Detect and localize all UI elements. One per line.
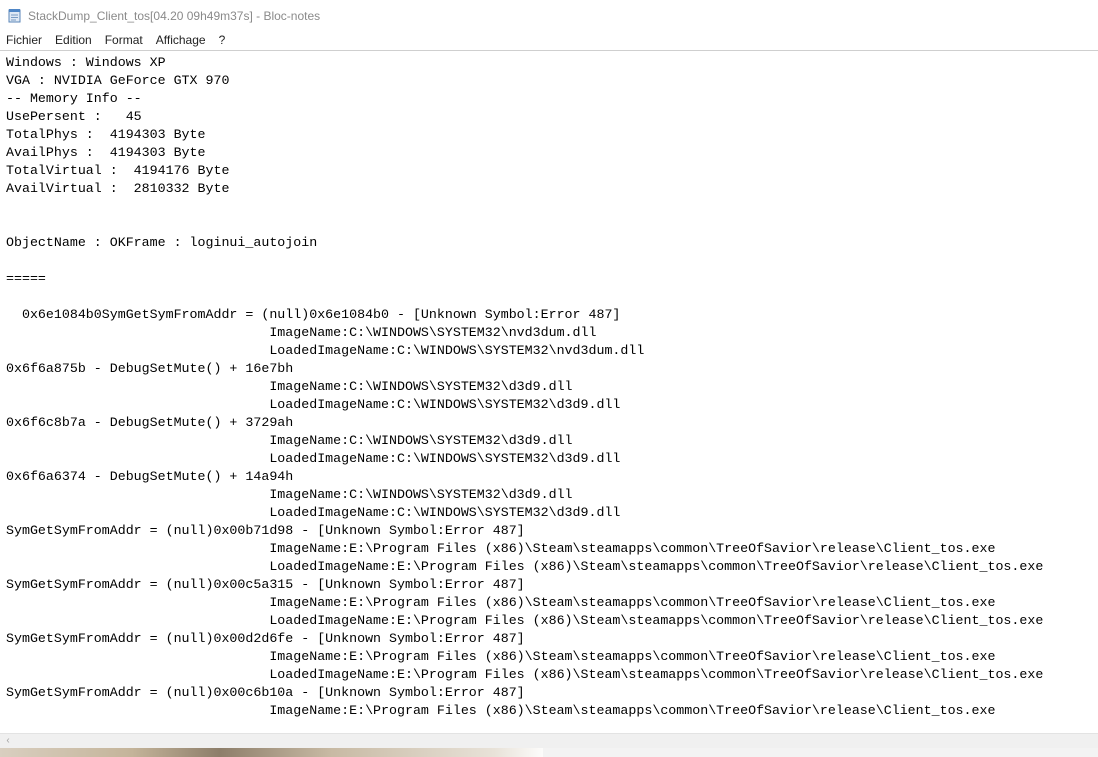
text-line: UsePersent : 45 — [6, 109, 142, 124]
desktop-background-right — [543, 748, 1098, 757]
text-line: TotalPhys : 4194303 Byte — [6, 127, 206, 142]
text-line: SymGetSymFromAddr = (null)0x00d2d6fe - [… — [6, 631, 525, 646]
text-line: ===== — [6, 271, 46, 286]
document-text[interactable]: Windows : Windows XP VGA : NVIDIA GeForc… — [0, 51, 1098, 720]
text-line: ImageName:C:\WINDOWS\SYSTEM32\nvd3dum.dl… — [6, 325, 597, 340]
text-line: ImageName:C:\WINDOWS\SYSTEM32\d3d9.dll — [6, 433, 573, 448]
notepad-window: StackDump_Client_tos[04.20 09h49m37s] - … — [0, 0, 1098, 757]
text-editor[interactable]: Windows : Windows XP VGA : NVIDIA GeForc… — [0, 51, 1098, 733]
text-line: 0x6f6c8b7a - DebugSetMute() + 3729ah — [6, 415, 294, 430]
text-line: LoadedImageName:E:\Program Files (x86)\S… — [6, 613, 1044, 628]
menu-affichage[interactable]: Affichage — [150, 31, 213, 50]
text-line: ImageName:E:\Program Files (x86)\Steam\s… — [6, 595, 996, 610]
menu-fichier[interactable]: Fichier — [0, 31, 49, 50]
text-line: VGA : NVIDIA GeForce GTX 970 — [6, 73, 230, 88]
text-line: ImageName:C:\WINDOWS\SYSTEM32\d3d9.dll — [6, 379, 573, 394]
text-line: ImageName:E:\Program Files (x86)\Steam\s… — [6, 541, 996, 556]
text-line: SymGetSymFromAddr = (null)0x00b71d98 - [… — [6, 523, 525, 538]
text-line: AvailVirtual : 2810332 Byte — [6, 181, 230, 196]
horizontal-scrollbar[interactable]: ‹ — [0, 733, 1098, 748]
menu-edition[interactable]: Edition — [49, 31, 99, 50]
text-line: 0x6f6a875b - DebugSetMute() + 16e7bh — [6, 361, 294, 376]
text-line: 0x6e1084b0SymGetSymFromAddr = (null)0x6e… — [6, 307, 621, 322]
window-title: StackDump_Client_tos[04.20 09h49m37s] - … — [28, 8, 321, 23]
text-line: ImageName:E:\Program Files (x86)\Steam\s… — [6, 703, 996, 718]
text-line: LoadedImageName:C:\WINDOWS\SYSTEM32\nvd3… — [6, 343, 645, 358]
text-line: LoadedImageName:C:\WINDOWS\SYSTEM32\d3d9… — [6, 397, 621, 412]
scroll-left-arrow-icon[interactable]: ‹ — [2, 734, 14, 748]
text-line: ObjectName : OKFrame : loginui_autojoin — [6, 235, 318, 250]
text-line: SymGetSymFromAddr = (null)0x00c5a315 - [… — [6, 577, 525, 592]
text-line: AvailPhys : 4194303 Byte — [6, 145, 206, 160]
text-line: ImageName:C:\WINDOWS\SYSTEM32\d3d9.dll — [6, 487, 573, 502]
title-bar[interactable]: StackDump_Client_tos[04.20 09h49m37s] - … — [0, 0, 1098, 31]
notepad-icon — [8, 8, 22, 23]
text-line: LoadedImageName:C:\WINDOWS\SYSTEM32\d3d9… — [6, 451, 621, 466]
text-line: SymGetSymFromAddr = (null)0x00c6b10a - [… — [6, 685, 525, 700]
text-line: LoadedImageName:C:\WINDOWS\SYSTEM32\d3d9… — [6, 505, 621, 520]
text-line: TotalVirtual : 4194176 Byte — [6, 163, 230, 178]
menu-help[interactable]: ? — [213, 31, 233, 50]
scroll-thumb[interactable] — [18, 737, 558, 745]
text-line: ImageName:E:\Program Files (x86)\Steam\s… — [6, 649, 996, 664]
text-line: LoadedImageName:E:\Program Files (x86)\S… — [6, 667, 1044, 682]
text-line: Windows : Windows XP — [6, 55, 166, 70]
text-line: -- Memory Info -- — [6, 91, 142, 106]
text-line: LoadedImageName:E:\Program Files (x86)\S… — [6, 559, 1044, 574]
menu-format[interactable]: Format — [99, 31, 150, 50]
desktop-background-strip — [0, 748, 1098, 757]
text-line: 0x6f6a6374 - DebugSetMute() + 14a94h — [6, 469, 294, 484]
menu-bar: Fichier Edition Format Affichage ? — [0, 31, 1098, 51]
